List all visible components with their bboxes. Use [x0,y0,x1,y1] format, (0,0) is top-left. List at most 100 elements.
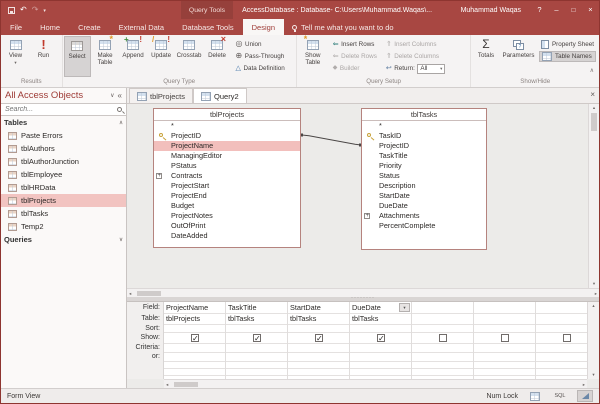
sidebar-item-tblauthorjunction[interactable]: tblAuthorJunction [1,155,126,168]
field-row-pstatus[interactable]: PStatus [154,161,300,171]
table-cell[interactable]: tblTasks [350,314,411,325]
empty-cell[interactable] [474,369,535,376]
sort-cell[interactable] [474,325,535,333]
table-names-button[interactable]: Table Names [539,51,596,62]
field-list-tbltasks[interactable]: tblTasks * TaskID ProjectID TaskTitle Pr… [361,108,487,250]
field-row-attachments[interactable]: Attachments [362,211,486,221]
empty-cell[interactable] [412,369,473,376]
field-row-tasktitle[interactable]: TaskTitle [362,151,486,161]
criteria-cell[interactable] [164,344,225,353]
chevron-down-icon[interactable] [110,92,114,99]
field-row-projectstart[interactable]: ProjectStart [154,181,300,191]
sidebar-item-tblprojects[interactable]: tblProjects [1,194,126,207]
or-cell[interactable] [288,353,349,362]
scrollbar-thumb[interactable] [137,291,161,296]
or-cell[interactable] [474,353,535,362]
customize-qat-icon[interactable] [43,6,46,14]
empty-cell[interactable] [226,369,287,376]
tab-create[interactable]: Create [69,19,110,35]
field-row-projectid[interactable]: ProjectID [154,131,300,141]
table-cell[interactable] [412,314,473,325]
minimize-icon[interactable] [548,1,565,19]
field-cell[interactable] [412,302,473,314]
empty-cell[interactable] [288,362,349,369]
field-row-taskid[interactable]: TaskID [362,131,486,141]
collapse-ribbon-icon[interactable] [590,67,594,74]
datasheet-view-icon[interactable] [527,390,543,402]
or-cell[interactable] [164,353,225,362]
view-button[interactable]: View [2,36,29,77]
or-cell[interactable] [536,353,587,362]
insert-rows-button[interactable]: Insert Rows [331,39,379,50]
criteria-cell[interactable] [350,344,411,353]
empty-cell[interactable] [288,369,349,376]
close-icon[interactable] [582,1,599,19]
delete-query-button[interactable]: Delete [204,36,231,77]
or-cell[interactable] [350,353,411,362]
run-button[interactable]: Run [30,36,57,77]
nav-search-box[interactable] [1,103,126,116]
or-cell[interactable] [412,353,473,362]
field-row-priority[interactable]: Priority [362,161,486,171]
field-list-tblprojects[interactable]: tblProjects * ProjectID ProjectName Mana… [153,108,301,248]
doc-tab-query2[interactable]: Query2 [193,88,247,103]
criteria-cell[interactable] [412,344,473,353]
search-input[interactable] [5,106,117,113]
sort-cell[interactable] [226,325,287,333]
show-cell[interactable] [288,333,349,344]
totals-button[interactable]: Totals [472,36,499,77]
union-button[interactable]: Union [234,39,287,50]
builder-button[interactable]: Builder [331,63,379,74]
tell-me-box[interactable]: Tell me what you want to do [284,19,402,35]
help-icon[interactable] [531,1,548,19]
nav-section-queries[interactable]: Queries [1,233,126,246]
tab-external-data[interactable]: External Data [110,19,173,35]
crosstab-button[interactable]: Crosstab [176,36,203,77]
field-list-title[interactable]: tblProjects [154,109,300,121]
field-list-title[interactable]: tblTasks [362,109,486,121]
show-checkbox[interactable] [191,334,199,342]
field-row-contracts[interactable]: Contracts [154,171,300,181]
table-cell[interactable] [536,314,587,325]
close-document-icon[interactable] [590,90,595,99]
field-row-asterisk[interactable]: * [362,121,486,131]
expand-plus-icon[interactable] [156,173,162,179]
user-name[interactable]: Muhammad Waqas [451,7,531,14]
empty-cell[interactable] [164,362,225,369]
field-row-asterisk[interactable]: * [154,121,300,131]
tab-design[interactable]: Design [243,19,284,35]
criteria-cell[interactable] [288,344,349,353]
sort-cell[interactable] [164,325,225,333]
show-cell[interactable] [164,333,225,344]
sidebar-item-tblhrdata[interactable]: tblHRData [1,181,126,194]
field-row-percentcomplete[interactable]: PercentComplete [362,221,486,231]
grid-horizontal-scrollbar[interactable] [164,379,587,388]
scroll-left-icon[interactable] [166,382,168,388]
scroll-right-icon[interactable] [583,382,585,388]
append-button[interactable]: Append [120,36,147,77]
delete-rows-button[interactable]: Delete Rows [331,51,379,62]
vertical-scrollbar[interactable] [588,104,599,288]
scroll-left-icon[interactable] [129,291,131,297]
empty-cell[interactable] [536,369,587,376]
show-checkbox[interactable] [563,334,571,342]
table-cell[interactable] [474,314,535,325]
tab-database-tools[interactable]: Database Tools [173,19,243,35]
show-checkbox[interactable] [439,334,447,342]
field-row-projectend[interactable]: ProjectEnd [154,191,300,201]
field-row-description[interactable]: Description [362,181,486,191]
parameters-button[interactable]: Parameters [500,36,536,77]
property-sheet-button[interactable]: Property Sheet [539,39,596,50]
scroll-down-icon[interactable] [589,281,599,287]
undo-icon[interactable] [20,6,27,14]
empty-cell[interactable] [350,369,411,376]
empty-cell[interactable] [474,362,535,369]
select-query-button[interactable]: Select [64,36,91,77]
empty-cell[interactable] [164,369,225,376]
scroll-right-icon[interactable] [595,291,597,297]
empty-cell[interactable] [226,362,287,369]
sort-cell[interactable] [288,325,349,333]
redo-icon[interactable] [32,6,39,14]
scrollbar-thumb[interactable] [174,382,198,387]
show-cell[interactable] [226,333,287,344]
